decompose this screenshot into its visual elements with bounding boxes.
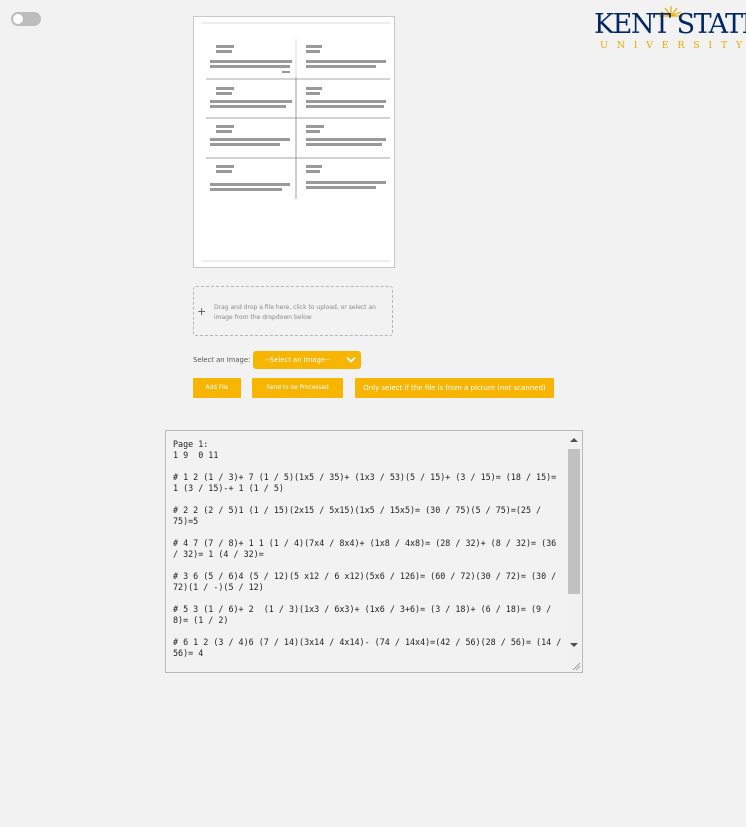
send-to-be-processed-button[interactable]: Send to be Processed: [252, 378, 343, 398]
dropzone-hint: Drag and drop a file here, click to uplo…: [214, 304, 376, 321]
theme-toggle[interactable]: [11, 12, 41, 26]
scrollbar-thumb[interactable]: [568, 449, 580, 594]
file-dropzone[interactable]: + Drag and drop a file here, click to up…: [193, 286, 393, 336]
chevron-down-icon: [346, 356, 356, 363]
toggle-knob: [13, 14, 23, 24]
resize-handle-icon[interactable]: [572, 662, 581, 671]
output-scrollbar[interactable]: [566, 431, 582, 672]
select-image-dropdown[interactable]: --Select an Image--: [253, 351, 361, 369]
logo-subtitle: UNIVERSITY: [600, 40, 746, 51]
add-file-button[interactable]: Add File: [193, 378, 241, 398]
plus-icon: +: [197, 305, 207, 318]
logo-wordmark: KENT STATE: [594, 9, 746, 40]
ocr-output-textarea[interactable]: Page 1: 1 9 0 11 # 1 2 (1 / 3)+ 7 (1 / 5…: [165, 430, 583, 673]
uploaded-image-preview: [193, 16, 395, 268]
select-image-label: Select an Image:: [193, 356, 251, 364]
kent-state-logo: KENT STATE UNIVERSITY: [590, 4, 746, 54]
scroll-down-icon[interactable]: [570, 642, 578, 648]
scroll-up-icon[interactable]: [570, 437, 578, 443]
worksheet-thumbnail: [202, 22, 390, 262]
ocr-output-text: Page 1: 1 9 0 11 # 1 2 (1 / 3)+ 7 (1 / 5…: [173, 439, 562, 658]
picture-not-scanned-button[interactable]: Only select if the file is from a pictur…: [355, 378, 554, 398]
select-image-value: --Select an Image--: [265, 356, 330, 364]
